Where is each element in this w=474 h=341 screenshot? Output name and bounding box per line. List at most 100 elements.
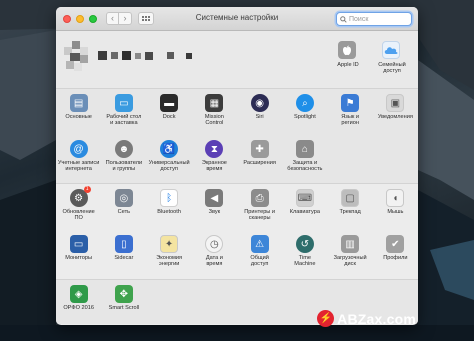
- energy-saver-icon: ✦: [160, 235, 179, 253]
- pane-extensions[interactable]: ✚ Расширения: [237, 135, 282, 181]
- security-icon: ⌂: [295, 140, 314, 158]
- pane-label: Smart Scroll: [108, 305, 140, 311]
- pane-label: Spotlight: [293, 114, 316, 120]
- pane-trackpad[interactable]: ▢ Трекпад: [328, 184, 373, 230]
- chevron-left-icon: ‹: [111, 13, 114, 23]
- pane-label: Звук: [208, 209, 221, 215]
- pane-label: Основные: [65, 114, 92, 120]
- pane-bluetooth[interactable]: ᛒ Bluetooth: [147, 184, 192, 230]
- family-sharing-pane[interactable]: Семейный доступ: [370, 41, 412, 75]
- date-time-icon: ◷: [205, 235, 224, 253]
- account-header: Apple ID Семейный доступ: [56, 31, 418, 89]
- pane-security[interactable]: ⌂ Защита и безопасность: [282, 135, 327, 181]
- dock-icon: ▬: [160, 94, 179, 112]
- pane-label: Дата и время: [205, 255, 223, 268]
- language-icon: ⚑: [341, 94, 360, 112]
- pane-label: Mission Control: [204, 114, 224, 127]
- pane-software-update[interactable]: ⚙ 1 Обновление ПО: [56, 184, 101, 230]
- pane-profiles[interactable]: ✔ Профили: [373, 230, 418, 276]
- pane-label: Экономия энергии: [156, 255, 183, 268]
- pane-label: Загрузочный диск: [333, 255, 367, 268]
- pane-label: Уведомления: [377, 114, 413, 120]
- siri-icon: ◉: [250, 94, 269, 112]
- pane-desktop[interactable]: ▭ Рабочий стол и заставка: [101, 89, 146, 135]
- pane-label: Клавиатура: [289, 209, 321, 215]
- pane-time-machine[interactable]: ↺ Time Machine: [282, 230, 327, 276]
- pane-dock[interactable]: ▬ Dock: [147, 89, 192, 135]
- family-sharing-icon: [382, 41, 400, 59]
- bluetooth-icon: ᛒ: [160, 189, 179, 207]
- pane-label: Принтеры и сканеры: [244, 209, 275, 222]
- apple-id-label: Apple ID: [337, 62, 359, 68]
- sidecar-icon: ▯: [114, 235, 133, 253]
- profiles-icon: ✔: [386, 235, 405, 253]
- pane-printer[interactable]: ⎙ Принтеры и сканеры: [237, 184, 282, 230]
- apple-id-pane[interactable]: Apple ID: [326, 41, 368, 68]
- pane-displays[interactable]: ▭ Мониторы: [56, 230, 101, 276]
- pane-mouse[interactable]: ◖ Мышь: [373, 184, 418, 230]
- apple-icon: [338, 41, 356, 59]
- pane-label: Sidecar: [114, 255, 134, 261]
- system-preferences-window: ‹ › Системные настройки Поиск Apple ID С…: [56, 7, 418, 325]
- pane-label: Профили: [383, 255, 408, 261]
- pane-label: Dock: [162, 114, 176, 120]
- pane-network[interactable]: ◎ Сеть: [101, 184, 146, 230]
- pane-label: Обновление ПО: [62, 209, 95, 222]
- notifications-icon: ▣: [386, 94, 405, 112]
- abzax-logo-icon: ⚡: [317, 310, 335, 327]
- close-button[interactable]: [63, 14, 71, 23]
- minimize-button[interactable]: [76, 14, 84, 23]
- pane-users[interactable]: ☻ Пользователи и группы: [101, 135, 146, 181]
- orfo-icon: ◈: [69, 285, 88, 303]
- watermark: ⚡ ABZax.com: [317, 310, 416, 327]
- pane-label: Time Machine: [294, 255, 316, 268]
- forward-button[interactable]: ›: [119, 12, 132, 25]
- pane-energy-saver[interactable]: ✦ Экономия энергии: [147, 230, 192, 276]
- pane-notifications[interactable]: ▣ Уведомления: [373, 89, 418, 135]
- pane-sidecar[interactable]: ▯ Sidecar: [101, 230, 146, 276]
- update-badge: 1: [83, 186, 91, 193]
- pane-date-time[interactable]: ◷ Дата и время: [192, 230, 237, 276]
- pane-orfo[interactable]: ◈ ОРФО 2016: [56, 280, 101, 325]
- pane-label: Трекпад: [339, 209, 361, 215]
- show-all-button[interactable]: [138, 12, 154, 25]
- personal-section: ▤ Основные ▭ Рабочий стол и заставка ▬ Dock ▦ M…: [56, 89, 418, 184]
- internet-accounts-icon: @: [69, 140, 88, 158]
- software-update-icon: ⚙ 1: [69, 186, 91, 207]
- users-icon: ☻: [114, 140, 133, 158]
- pane-label: Siri: [255, 114, 264, 120]
- personal-grid: ▤ Основные ▭ Рабочий стол и заставка ▬ Dock ▦ M…: [56, 89, 418, 181]
- pane-mission-control[interactable]: ▦ Mission Control: [192, 89, 237, 135]
- pane-label: Защита и безопасность: [287, 160, 323, 173]
- pane-label: Общий доступ: [250, 255, 269, 268]
- screen-time-icon: ⧗: [205, 140, 224, 158]
- keyboard-icon: ⌨: [295, 189, 314, 207]
- sound-icon: ◀: [205, 189, 224, 207]
- search-field[interactable]: [336, 12, 412, 26]
- zoom-button[interactable]: [89, 14, 97, 23]
- general-icon: ▤: [69, 94, 88, 112]
- pane-internet-accounts[interactable]: @ Учетные записи интернета: [56, 135, 101, 181]
- pane-general[interactable]: ▤ Основные: [56, 89, 101, 135]
- search-input[interactable]: [349, 15, 409, 23]
- pane-keyboard[interactable]: ⌨ Клавиатура: [282, 184, 327, 230]
- pane-siri[interactable]: ◉ Siri: [237, 89, 282, 135]
- pane-sound[interactable]: ◀ Звук: [192, 184, 237, 230]
- pane-sharing[interactable]: ⚠ Общий доступ: [237, 230, 282, 276]
- title-bar: ‹ › Системные настройки: [56, 7, 418, 31]
- family-sharing-label: Семейный доступ: [378, 62, 406, 75]
- printer-icon: ⎙: [250, 189, 269, 207]
- accessibility-icon: ♿: [160, 140, 179, 158]
- pane-label: Мониторы: [65, 255, 93, 261]
- pane-smart-scroll[interactable]: ✥ Smart Scroll: [101, 280, 146, 325]
- avatar[interactable]: [64, 41, 90, 73]
- pane-accessibility[interactable]: ♿ Универсальный доступ: [147, 135, 192, 181]
- back-button[interactable]: ‹: [106, 12, 119, 25]
- chevron-right-icon: ›: [123, 13, 127, 23]
- pane-label: Расширения: [243, 160, 276, 166]
- pane-language[interactable]: ⚑ Язык и регион: [328, 89, 373, 135]
- pane-startup-disk[interactable]: ▥ Загрузочный диск: [328, 230, 373, 276]
- pane-spotlight[interactable]: ⌕ Spotlight: [282, 89, 327, 135]
- pane-screen-time[interactable]: ⧗ Экранное время: [192, 135, 237, 181]
- network-icon: ◎: [114, 189, 133, 207]
